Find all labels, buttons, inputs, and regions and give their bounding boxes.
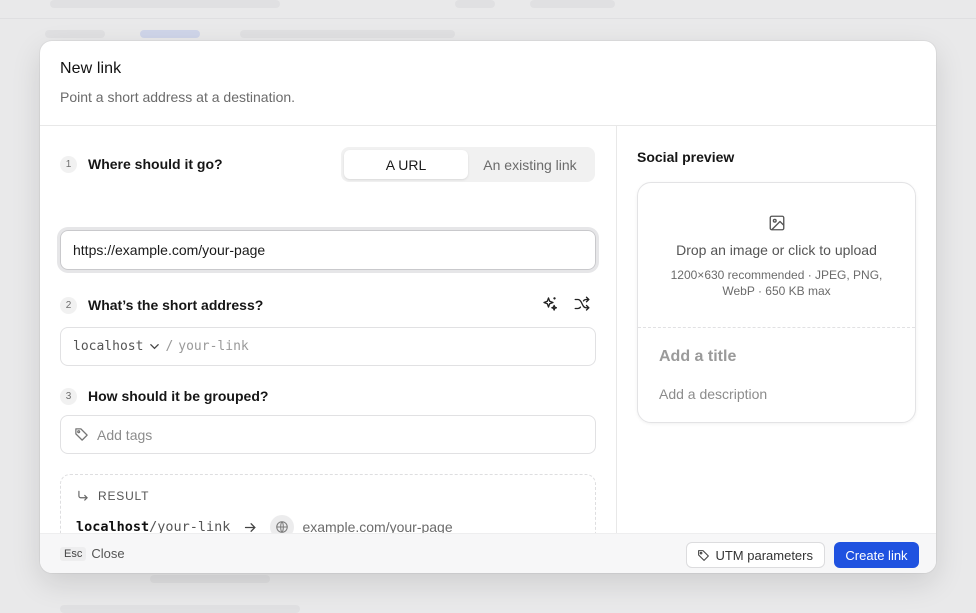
dialog-subtitle: Point a short address at a destination.: [60, 89, 296, 105]
close-label: Close: [91, 546, 125, 561]
corner-down-right-icon: [76, 489, 90, 503]
domain-select[interactable]: localhost: [73, 339, 143, 354]
result-header: RESULT: [76, 489, 149, 503]
social-preview-card: Drop an image or click to upload 1200×63…: [637, 182, 916, 423]
step-grouping: 3 How should it be grouped?: [60, 386, 268, 406]
image-upload-dropzone[interactable]: Drop an image or click to upload 1200×63…: [638, 183, 915, 328]
destination-type-toggle: A URL An existing link: [341, 147, 595, 182]
preview-title-input[interactable]: Add a title: [659, 348, 736, 366]
step-label: How should it be grouped?: [88, 388, 269, 404]
chevron-down-icon[interactable]: [149, 341, 160, 352]
shuffle-icon[interactable]: [572, 294, 592, 314]
sparkles-icon[interactable]: [540, 294, 560, 314]
utm-label: UTM parameters: [715, 547, 813, 563]
upload-text: Drop an image or click to upload: [676, 242, 877, 258]
tags-placeholder: Add tags: [97, 426, 153, 443]
step-number: 3: [60, 387, 77, 405]
dialog-body: 1 Where should it go? A URL An existing …: [40, 126, 936, 554]
upload-hint: 1200×630 recommended · JPEG, PNG, WebP ·…: [670, 268, 883, 298]
step-label: What’s the short address?: [88, 297, 264, 313]
step-number: 1: [60, 155, 77, 173]
dialog-header: New link Point a short address at a dest…: [40, 41, 936, 126]
dialog-title: New link: [60, 60, 122, 77]
destination-url-input[interactable]: https://example.com/your-page: [60, 230, 596, 270]
image-upload-icon: [768, 214, 786, 237]
step-short-address: 2 What’s the short address?: [60, 295, 263, 315]
tab-existing-link[interactable]: An existing link: [468, 150, 592, 179]
social-preview-title: Social preview: [637, 149, 735, 165]
tag-icon: [74, 427, 89, 442]
step-destination: 1 Where should it go?: [60, 154, 223, 174]
utm-parameters-button[interactable]: UTM parameters: [686, 542, 825, 568]
step-number: 2: [60, 296, 77, 314]
dialog-footer: Esc Close UTM parameters Create link: [40, 533, 936, 573]
tab-a-url[interactable]: A URL: [344, 150, 468, 179]
close-button[interactable]: Esc Close: [60, 546, 125, 561]
slug-input[interactable]: your-link: [178, 339, 248, 354]
path-separator: /: [165, 339, 174, 354]
short-address-field[interactable]: localhost / your-link: [60, 327, 596, 366]
tags-input[interactable]: Add tags: [60, 415, 596, 454]
result-label: RESULT: [98, 489, 150, 503]
preview-description-input[interactable]: Add a description: [659, 386, 767, 402]
link-form: 1 Where should it go? A URL An existing …: [40, 126, 617, 554]
esc-key-hint: Esc: [60, 546, 87, 561]
step-label: Where should it go?: [88, 156, 223, 172]
create-link-button[interactable]: Create link: [834, 542, 919, 568]
social-preview-panel: Social preview Drop an image or click to…: [617, 126, 936, 534]
new-link-dialog: New link Point a short address at a dest…: [40, 41, 936, 573]
tag-icon: [697, 549, 710, 562]
